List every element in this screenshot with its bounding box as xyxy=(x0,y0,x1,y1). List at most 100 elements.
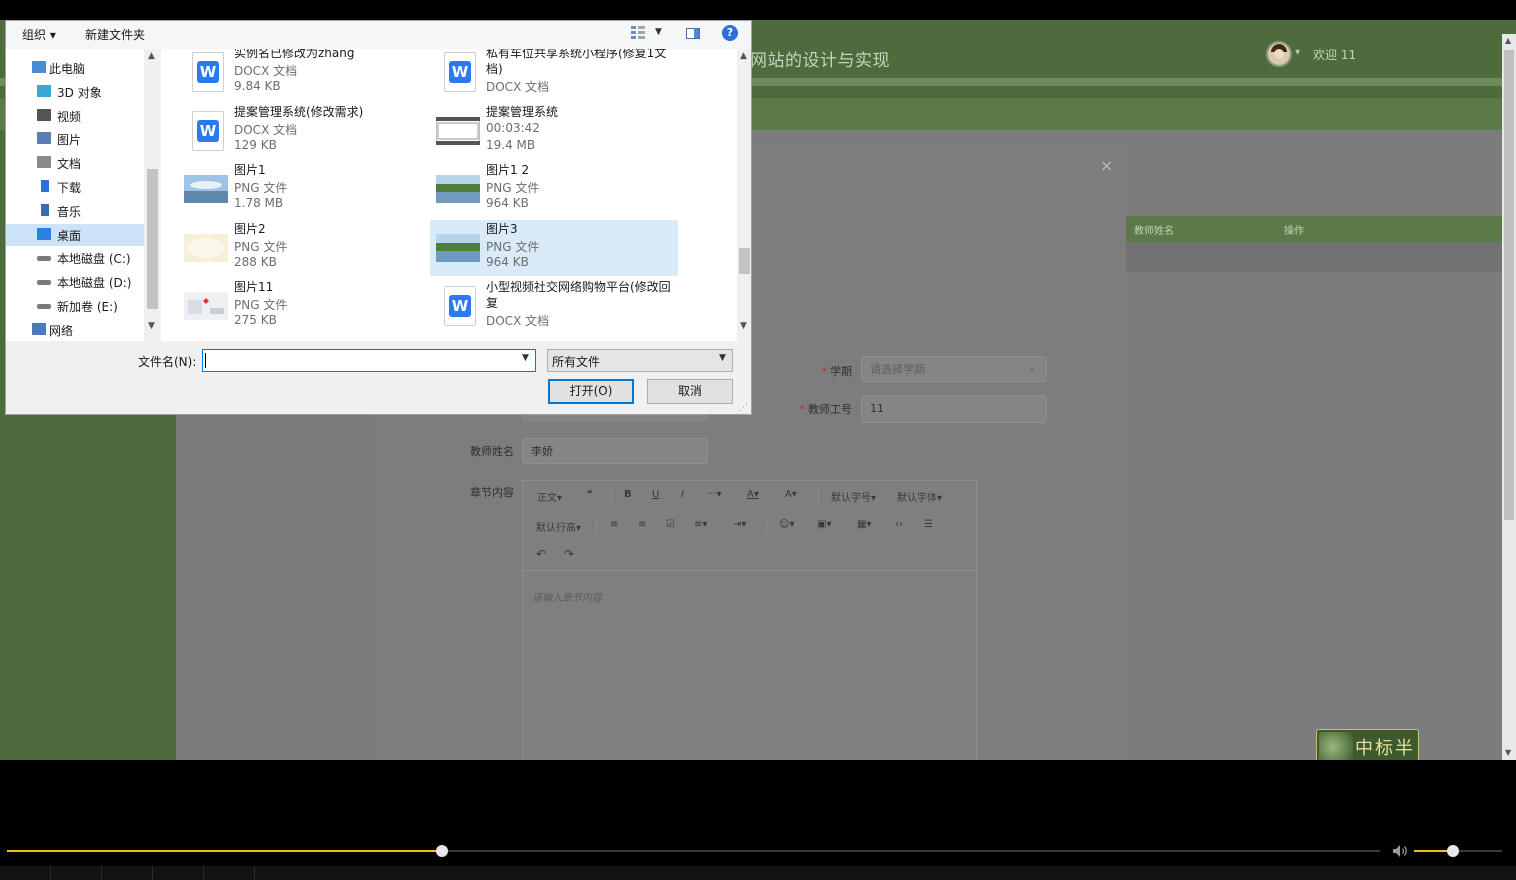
leaf-decoration xyxy=(1319,732,1353,760)
page-scroll-up-icon[interactable]: ▲ xyxy=(1505,36,1511,45)
strip-divider xyxy=(152,866,153,880)
file-item[interactable]: W 私有车位共享系统小程序(修复1文档) DOCX 文档 xyxy=(430,49,678,100)
new-folder-button[interactable]: 新建文件夹 xyxy=(85,26,145,43)
emoji-icon[interactable]: ☺▾ xyxy=(779,519,794,530)
file-type: PNG 文件 xyxy=(486,181,540,196)
divider-icon[interactable]: ☰ xyxy=(924,519,933,530)
file-list-scrollbar[interactable] xyxy=(737,49,751,341)
open-button[interactable]: 打开(O) xyxy=(548,379,634,404)
file-item[interactable]: 图片1 PNG 文件 1.78 MB xyxy=(178,161,426,217)
view-options-icon[interactable] xyxy=(631,26,645,39)
nav-scroll-up-icon[interactable]: ▲ xyxy=(148,51,155,61)
nav-item[interactable]: 音乐 xyxy=(6,200,144,222)
page-scroll-down-icon[interactable]: ▼ xyxy=(1505,748,1511,757)
align-icon[interactable]: ≡▾ xyxy=(694,519,707,530)
redo-icon[interactable]: ↷ xyxy=(564,547,574,561)
file-item[interactable]: 图片2 PNG 文件 288 KB xyxy=(178,220,426,276)
more-icon[interactable]: ···▾ xyxy=(707,489,722,500)
view-options-chevron-icon[interactable]: ▼ xyxy=(655,27,662,37)
file-name: 小型视频社交网络购物平台(修改回复 xyxy=(486,280,671,311)
nav-item[interactable]: 本地磁盘 (D:) xyxy=(6,271,144,293)
docx-file-icon: W xyxy=(184,109,228,151)
file-item[interactable]: W 提案管理系统(修改需求) DOCX 文档 129 KB xyxy=(178,103,426,159)
nav-item[interactable]: 网络 xyxy=(6,319,144,341)
strip-divider xyxy=(203,866,204,880)
volume-handle[interactable] xyxy=(1446,845,1459,857)
file-type-select[interactable]: 所有文件 xyxy=(547,349,733,372)
toolbar-divider xyxy=(766,519,767,533)
nav-item-label: 本地磁盘 (C:) xyxy=(57,252,131,267)
file-name: 图片1 2 xyxy=(486,163,530,178)
nav-scroll-down-icon[interactable]: ▼ xyxy=(148,321,155,331)
video-icon xyxy=(37,108,51,121)
underline-icon[interactable]: U xyxy=(652,489,659,500)
volume-icon[interactable] xyxy=(1392,844,1408,858)
font-size-dropdown[interactable]: 默认字号▾ xyxy=(831,489,876,504)
image-icon[interactable]: ▣▾ xyxy=(817,519,831,530)
line-height-dropdown[interactable]: 默认行高▾ xyxy=(536,519,581,534)
cancel-button[interactable]: 取消 xyxy=(647,379,733,404)
help-icon[interactable]: ? xyxy=(722,25,738,41)
nav-scrollbar-thumb[interactable] xyxy=(147,169,158,309)
strip-divider xyxy=(254,866,255,880)
file-name: 图片1 xyxy=(234,163,266,178)
file-name: 提案管理系统 xyxy=(486,104,559,119)
floating-sticker[interactable]: 中标半 xyxy=(1316,729,1419,760)
rich-text-editor[interactable]: 正文▾ ❝ B U I ···▾ A▾ A▾ 默认字号▾ 默认字体▾ 默认行高▾… xyxy=(522,480,977,760)
nav-item[interactable]: 文档 xyxy=(6,152,144,174)
file-item[interactable]: 提案管理系统 00:03:42 19.4 MB xyxy=(430,103,678,159)
file-scroll-down-icon[interactable]: ▼ xyxy=(740,321,747,331)
file-item[interactable]: 图片11 PNG 文件 275 KB xyxy=(178,278,426,334)
nav-item[interactable]: 下载 xyxy=(6,176,144,198)
filename-history-chevron-icon[interactable]: ▼ xyxy=(522,353,529,363)
bullet-list-icon[interactable]: ≡ xyxy=(610,519,618,530)
filename-input[interactable] xyxy=(202,349,536,372)
font-color-icon[interactable]: A▾ xyxy=(747,489,759,500)
nav-item[interactable]: 视频 xyxy=(6,105,144,127)
indent-icon[interactable]: ⇥▾ xyxy=(733,519,746,530)
table-icon[interactable]: ▦▾ xyxy=(857,519,871,530)
term-select[interactable]: 请选择学期 xyxy=(861,356,1047,382)
file-list-scrollbar-thumb[interactable] xyxy=(739,248,750,274)
progress-handle[interactable] xyxy=(436,845,449,857)
code-icon[interactable]: ‹› xyxy=(895,519,903,530)
nav-item[interactable]: 新加卷 (E:) xyxy=(6,295,144,317)
page-scrollbar-thumb[interactable] xyxy=(1504,50,1514,520)
file-item[interactable]: W 实例名已修改为zhang DOCX 文档 9.84 KB xyxy=(178,49,426,100)
preview-pane-icon[interactable] xyxy=(686,28,700,39)
nav-item[interactable]: 本地磁盘 (C:) xyxy=(6,247,144,269)
file-size: 129 KB xyxy=(234,137,277,152)
image-thumbnail xyxy=(184,167,228,207)
todo-icon[interactable]: ☑ xyxy=(666,519,675,530)
nav-item[interactable]: 此电脑 xyxy=(6,57,144,79)
bold-icon[interactable]: B xyxy=(624,489,632,500)
nav-item[interactable]: 图片 xyxy=(6,128,144,150)
file-type: PNG 文件 xyxy=(234,181,288,196)
modal-close-icon[interactable]: × xyxy=(1100,156,1113,175)
file-name: 提案管理系统(修改需求) xyxy=(234,104,364,119)
teacher-name-input[interactable]: 李娇 xyxy=(522,438,708,464)
nav-item-label: 桌面 xyxy=(57,228,82,243)
undo-icon[interactable]: ↶ xyxy=(536,547,546,561)
file-item[interactable]: 图片3 PNG 文件 964 KB xyxy=(430,219,678,276)
file-item[interactable]: 图片1 2 PNG 文件 964 KB xyxy=(430,161,678,217)
resize-grip-icon[interactable]: ⋰ xyxy=(739,403,748,413)
file-scroll-up-icon[interactable]: ▲ xyxy=(740,51,747,61)
download-icon xyxy=(41,180,49,192)
table-header-teacher-name[interactable]: 教师姓名 xyxy=(1134,222,1174,237)
nav-item[interactable]: 3D 对象 xyxy=(6,81,144,103)
teacher-id-input[interactable]: 11 xyxy=(861,395,1047,423)
file-item[interactable]: W 小型视频社交网络购物平台(修改回复 DOCX 文档 xyxy=(430,278,678,334)
background-color-icon[interactable]: A▾ xyxy=(785,489,797,500)
avatar[interactable] xyxy=(1266,41,1292,67)
file-type-chevron-down-icon[interactable]: ▼ xyxy=(719,353,726,363)
font-family-dropdown[interactable]: 默认字体▾ xyxy=(897,489,942,504)
italic-icon[interactable]: I xyxy=(681,489,684,500)
organize-button[interactable]: 组织 ▾ xyxy=(22,26,56,43)
nav-item-label: 文档 xyxy=(57,157,82,172)
numbered-list-icon[interactable]: ≡ xyxy=(638,519,646,530)
user-menu-chevron-icon[interactable]: ▾ xyxy=(1295,47,1300,58)
quote-icon[interactable]: ❝ xyxy=(587,489,592,500)
nav-item[interactable]: 桌面 xyxy=(6,223,144,246)
paragraph-style-dropdown[interactable]: 正文▾ xyxy=(537,489,562,504)
